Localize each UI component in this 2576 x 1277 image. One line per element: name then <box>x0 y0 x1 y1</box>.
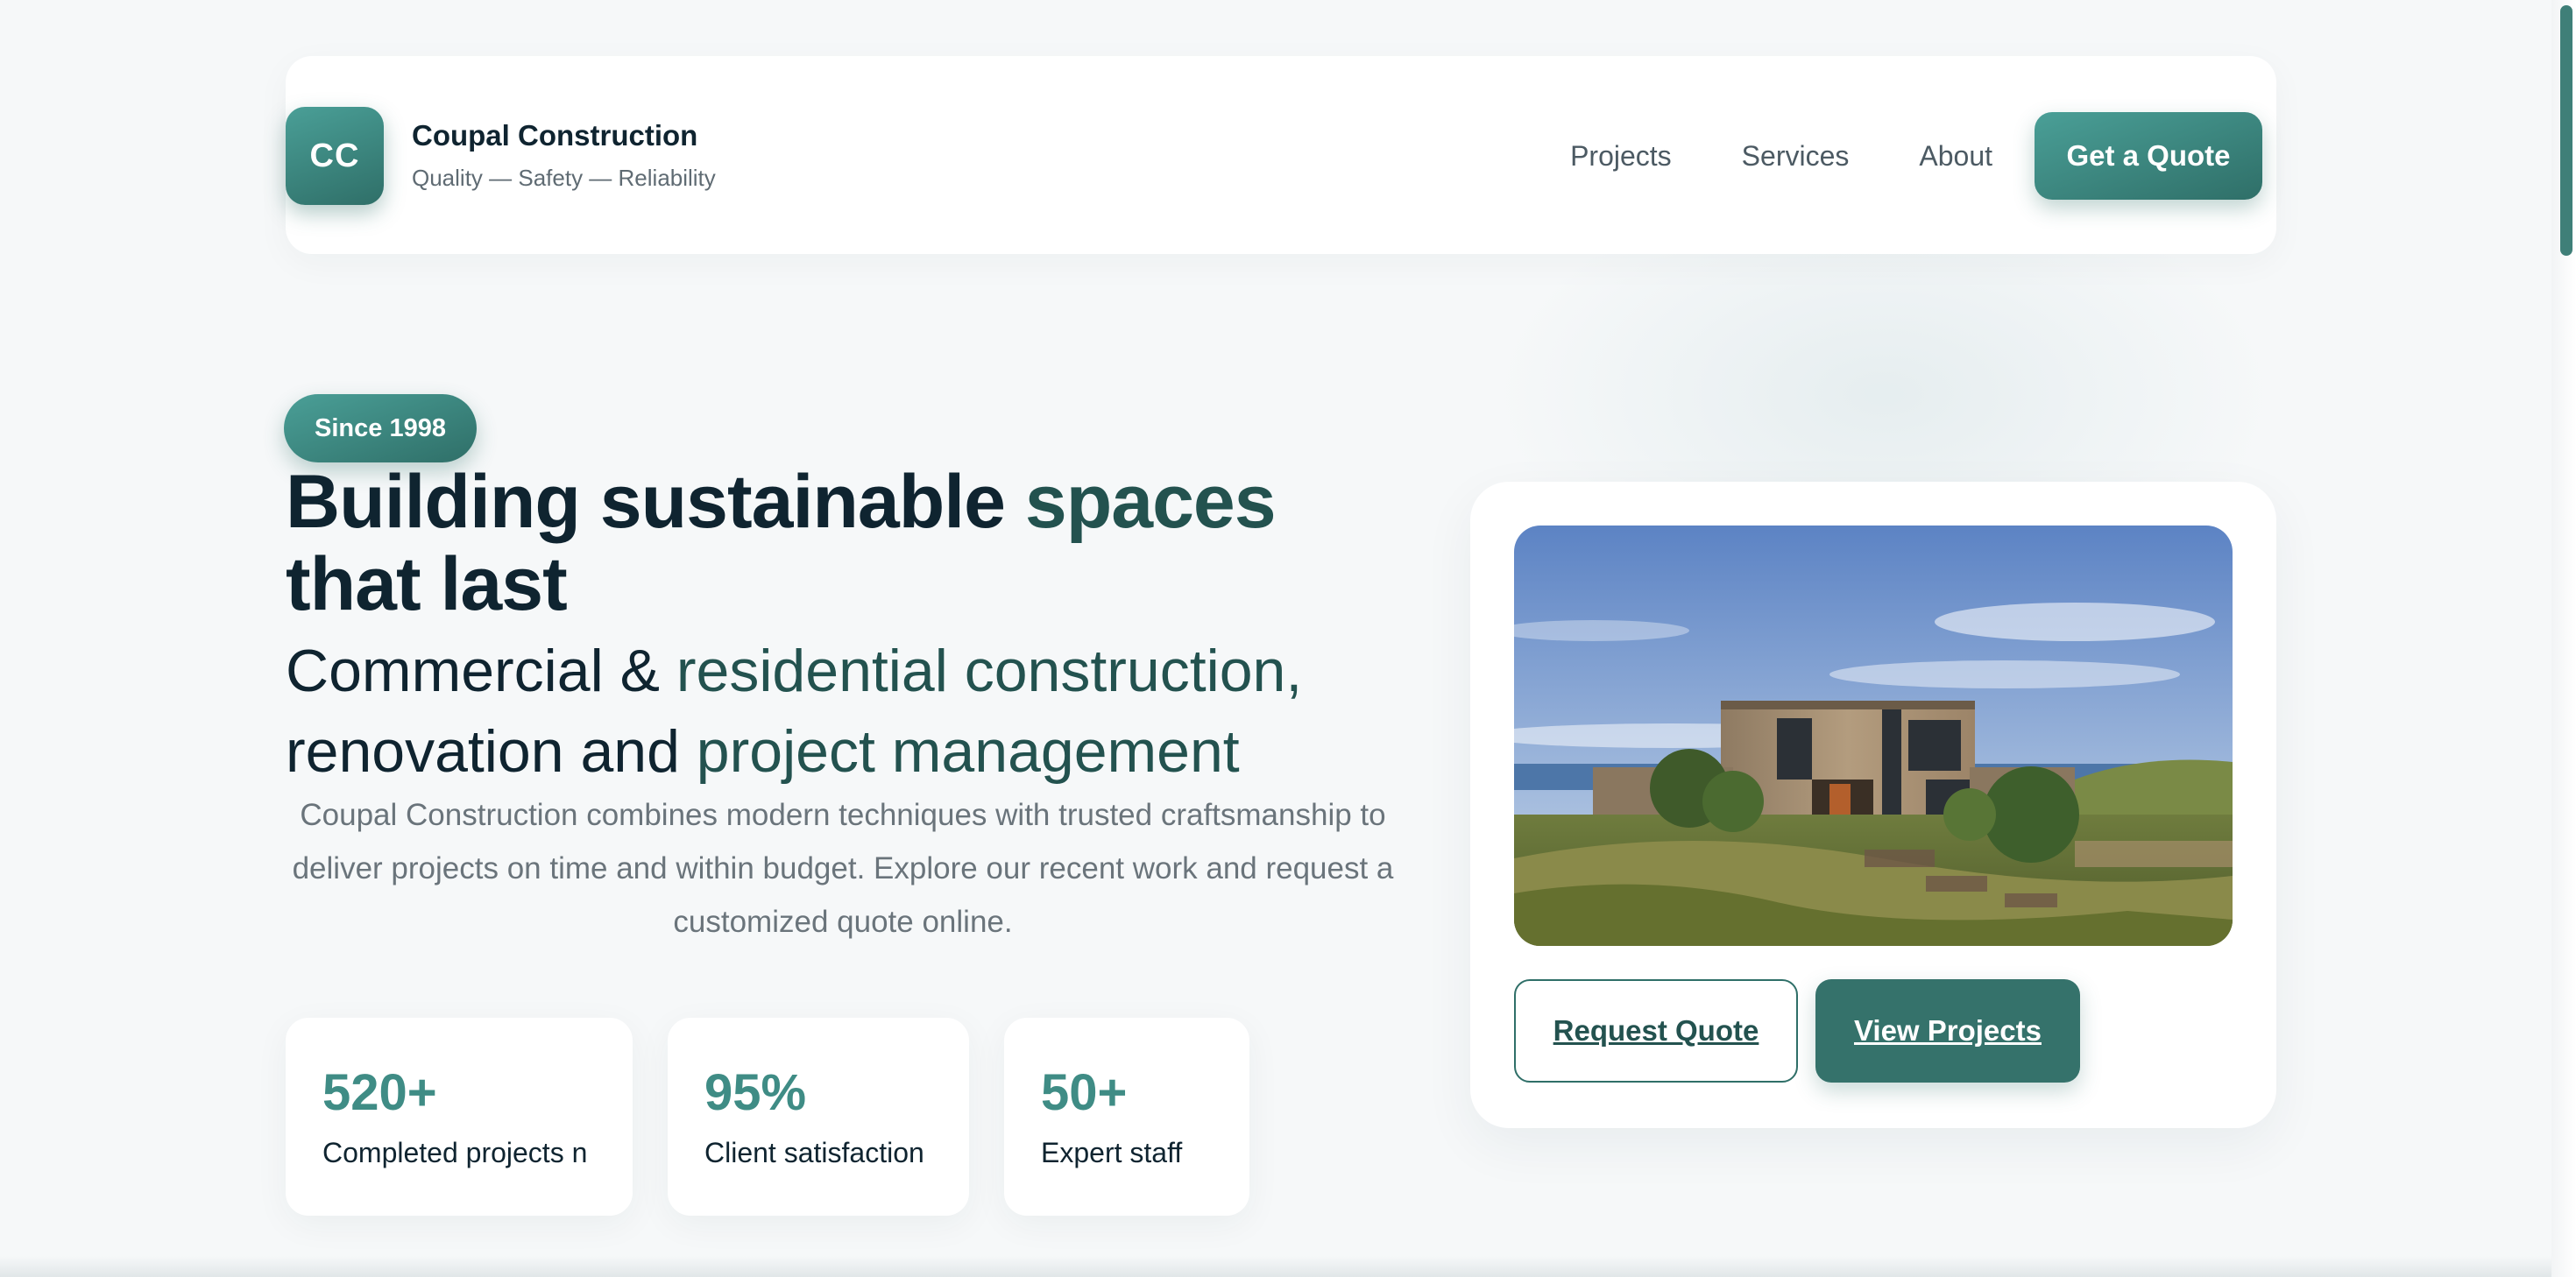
hero-card: Request Quote View Projects <box>1470 482 2276 1128</box>
hero-subtitle-highlight: residential construction, <box>676 638 1303 704</box>
stat-label: Completed projects n <box>322 1137 588 1168</box>
nav-link-services[interactable]: Services <box>1742 140 1850 173</box>
hero-title-part: that last <box>286 542 568 626</box>
hero-title-highlight: spaces <box>1024 460 1277 544</box>
request-quote-button[interactable]: Request Quote <box>1514 979 1798 1083</box>
hero-subtitle-part: Commercial & <box>286 638 676 704</box>
brand-name: Coupal Construction <box>412 119 698 152</box>
stat-card-staff: 50+ Expert staff <box>1004 1018 1249 1216</box>
stat-label: Expert staff <box>1041 1137 1183 1168</box>
nav-link-projects[interactable]: Projects <box>1570 140 1672 173</box>
stat-value: 520+ <box>322 1064 437 1121</box>
hero-description: Coupal Construction combines modern tech… <box>292 798 1394 939</box>
brand-tagline: Quality — Safety — Reliability <box>412 165 716 191</box>
hero-subtitle-part: renovation and <box>286 718 697 785</box>
hero-title-part: Building sustainable <box>286 460 1025 544</box>
get-quote-button[interactable]: Get a Quote <box>2035 112 2262 200</box>
stat-card-projects: 520+ Completed projects n <box>286 1018 633 1216</box>
scrollbar-thumb[interactable] <box>2560 5 2572 256</box>
site-header: CC Coupal Construction Quality — Safety … <box>286 56 2276 254</box>
brand-logo[interactable]: CC <box>286 107 384 205</box>
page-scrollbar[interactable] <box>2551 0 2576 1277</box>
since-badge: Since 1998 <box>284 394 477 462</box>
house-photo <box>1514 526 2233 946</box>
nav-link-about[interactable]: About <box>1919 140 1992 173</box>
stat-value: 50+ <box>1041 1064 1128 1121</box>
stat-value: 95% <box>704 1064 807 1121</box>
stat-label: Client satisfaction <box>704 1137 924 1168</box>
hero-title: Building sustainable spaces that last <box>286 461 1425 625</box>
main-nav: Projects Services About Get a Quote <box>1570 112 2262 200</box>
stat-card-satisfaction: 95% Client satisfaction <box>668 1018 969 1216</box>
hero-subtitle: Commercial & residential construction, r… <box>286 631 1425 792</box>
view-projects-button[interactable]: View Projects <box>1815 979 2080 1083</box>
section-divider-shadow <box>0 1256 2576 1277</box>
hero-subtitle-highlight: project management <box>696 718 1240 785</box>
